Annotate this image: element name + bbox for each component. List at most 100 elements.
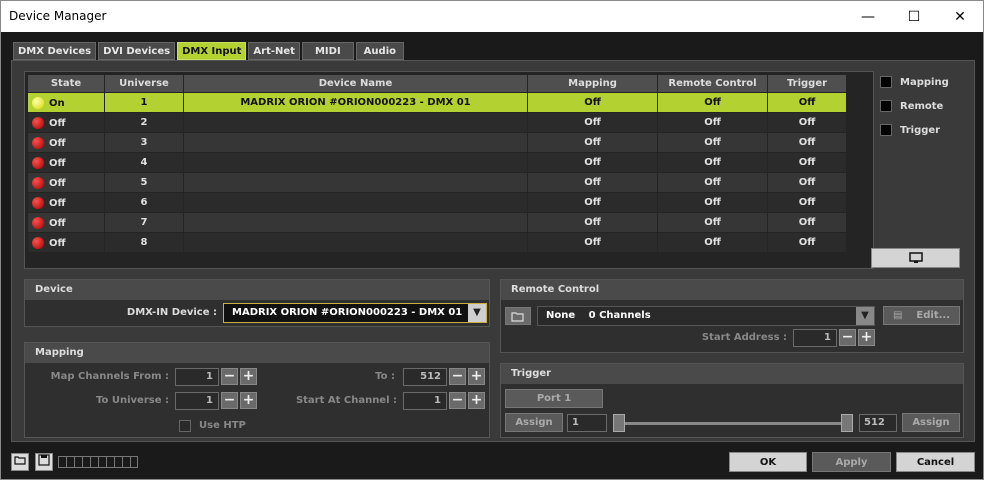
start-channel-minus-button[interactable]: − [449,392,466,409]
trigger-cell[interactable]: Off [768,213,846,232]
column-header-mapping[interactable]: Mapping [528,75,657,92]
assign-max-button[interactable]: Assign [902,413,960,432]
state-cell[interactable]: Off [28,193,104,212]
tab-art-net[interactable]: Art-Net [248,42,300,60]
tab-midi[interactable]: MIDI [301,42,354,60]
tab-dmx-input[interactable]: DMX Input [177,42,247,60]
trigger-cell[interactable]: Off [768,173,846,192]
monitor-button[interactable] [871,248,960,268]
dmx-in-device-select[interactable]: MADRIX ORION #ORION000223 - DMX 01 ▼ [223,303,487,323]
trigger-min-handle[interactable] [613,414,625,432]
trigger-range-track[interactable] [619,422,853,425]
filter-trigger[interactable]: Trigger [880,124,940,136]
mapping-cell[interactable]: Off [528,213,657,232]
column-header-state[interactable]: State [28,75,104,92]
open-folder-button[interactable] [505,307,531,325]
ok-button[interactable]: OK [729,452,807,472]
device-name-cell[interactable] [184,213,527,232]
to-universe-minus-button[interactable]: − [221,392,238,409]
trigger-cell[interactable]: Off [768,93,846,112]
device-name-cell[interactable] [184,233,527,252]
remote-checkbox[interactable] [880,100,892,112]
mapping-cell[interactable]: Off [528,153,657,172]
mapping-cell[interactable]: Off [528,173,657,192]
remote-control-cell[interactable]: Off [658,213,767,232]
trigger-max-handle[interactable] [841,414,853,432]
device-name-cell[interactable] [184,133,527,152]
trigger-cell[interactable]: Off [768,113,846,132]
trigger-cell[interactable]: Off [768,133,846,152]
state-cell[interactable]: Off [28,133,104,152]
start-channel-field[interactable]: 1 [403,392,447,410]
remote-control-cell[interactable]: Off [658,233,767,252]
table-row[interactable]: Off 3 Off Off Off [28,133,846,152]
tab-dvi-devices[interactable]: DVI Devices [98,42,176,60]
cancel-button[interactable]: Cancel [896,452,975,472]
trigger-checkbox[interactable] [880,124,892,136]
edit-button[interactable]: ▤ Edit... [883,306,960,325]
chevron-down-icon[interactable]: ▼ [856,307,874,325]
table-row[interactable]: Off 2 Off Off Off [28,113,846,132]
start-address-minus-button[interactable]: − [839,329,856,346]
apply-button[interactable]: Apply [812,452,891,472]
mapping-checkbox[interactable] [880,76,892,88]
remote-control-cell[interactable]: Off [658,93,767,112]
table-row[interactable]: Off 4 Off Off Off [28,153,846,172]
trigger-max-field[interactable]: 512 [859,414,897,432]
trigger-min-field[interactable]: 1 [567,414,607,432]
map-to-plus-button[interactable]: + [468,368,485,385]
zoom-ruler[interactable] [58,456,138,468]
device-name-cell[interactable] [184,153,527,172]
filter-remote[interactable]: Remote [880,100,943,112]
start-channel-plus-button[interactable]: + [468,392,485,409]
state-cell[interactable]: Off [28,113,104,132]
open-folder-footer-button[interactable] [11,453,29,471]
state-cell[interactable]: Off [28,233,104,252]
remote-control-cell[interactable]: Off [658,193,767,212]
start-address-plus-button[interactable]: + [858,329,875,346]
minimize-button[interactable]: — [845,1,891,32]
assign-min-button[interactable]: Assign [505,413,563,432]
state-cell[interactable]: Off [28,213,104,232]
column-header-universe[interactable]: Universe [105,75,183,92]
state-cell[interactable]: Off [28,173,104,192]
state-cell[interactable]: Off [28,153,104,172]
trigger-cell[interactable]: Off [768,153,846,172]
remote-control-cell[interactable]: Off [658,173,767,192]
mapping-cell[interactable]: Off [528,133,657,152]
map-from-field[interactable]: 1 [175,368,219,386]
mapping-cell[interactable]: Off [528,113,657,132]
port-1-button[interactable]: Port 1 [505,389,603,408]
map-from-plus-button[interactable]: + [240,368,257,385]
table-row[interactable]: Off 6 Off Off Off [28,193,846,212]
to-universe-field[interactable]: 1 [175,392,219,410]
remote-control-cell[interactable]: Off [658,113,767,132]
table-row[interactable]: Off 5 Off Off Off [28,173,846,192]
remote-control-cell[interactable]: Off [658,153,767,172]
device-name-cell[interactable] [184,173,527,192]
save-footer-button[interactable] [35,453,53,471]
state-cell[interactable]: On [28,93,104,112]
use-htp-checkbox[interactable] [179,420,191,432]
device-name-cell[interactable]: MADRIX ORION #ORION000223 - DMX 01 [184,93,527,112]
mapping-cell[interactable]: Off [528,193,657,212]
map-to-field[interactable]: 512 [403,368,447,386]
device-name-cell[interactable] [184,113,527,132]
to-universe-plus-button[interactable]: + [240,392,257,409]
table-row[interactable]: Off 8 Off Off Off [28,233,846,252]
table-row[interactable]: Off 7 Off Off Off [28,213,846,232]
start-address-field[interactable]: 1 [793,329,837,347]
remote-preset-select[interactable]: None 0 Channels ▼ [537,306,875,326]
trigger-cell[interactable]: Off [768,193,846,212]
map-from-minus-button[interactable]: − [221,368,238,385]
close-button[interactable]: ✕ [937,1,983,32]
column-header-remote-control[interactable]: Remote Control [658,75,767,92]
remote-control-cell[interactable]: Off [658,133,767,152]
chevron-down-icon[interactable]: ▼ [468,304,486,322]
filter-mapping[interactable]: Mapping [880,76,949,88]
mapping-cell[interactable]: Off [528,93,657,112]
table-row[interactable]: On 1 MADRIX ORION #ORION000223 - DMX 01 … [28,93,846,112]
column-header-device-name[interactable]: Device Name [184,75,527,92]
mapping-cell[interactable]: Off [528,233,657,252]
tab-dmx-devices[interactable]: DMX Devices [13,42,97,60]
